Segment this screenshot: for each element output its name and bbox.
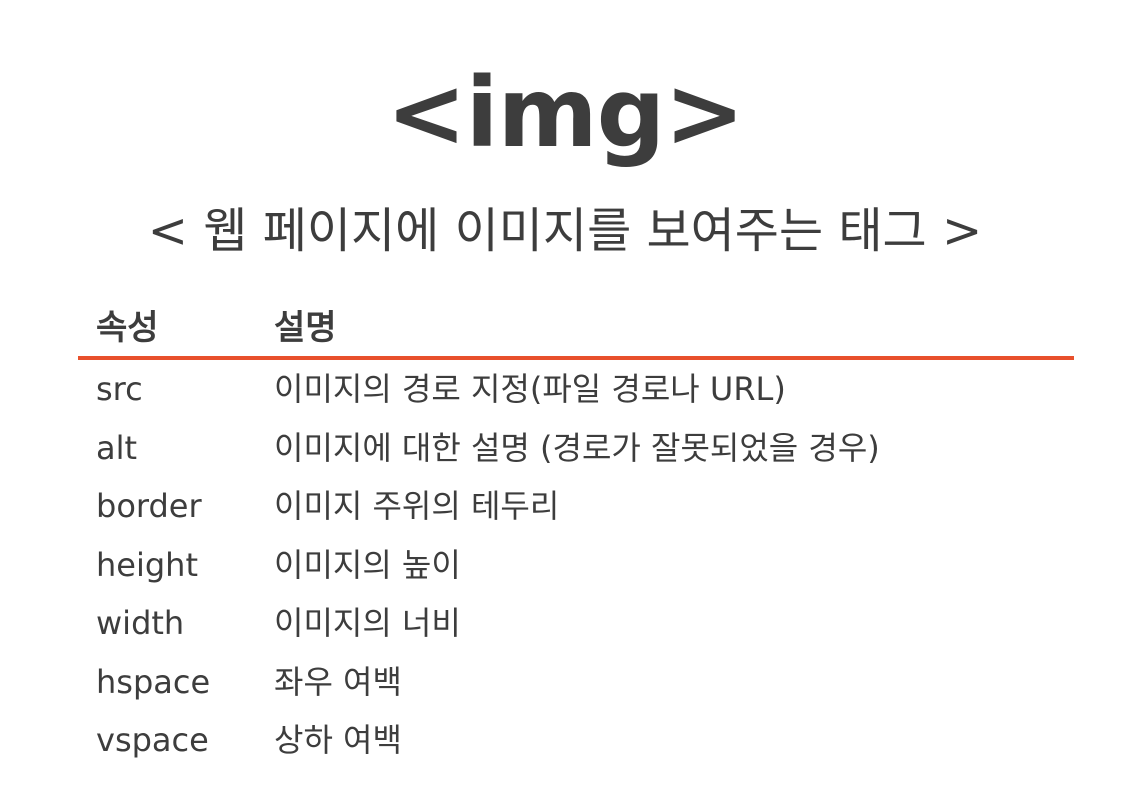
row-description: 상하 여백 [274,721,402,759]
row-description: 좌우 여백 [274,662,402,701]
row-description: 이미지의 경로 지정(파일 경로나 URL) [274,370,786,408]
table-row: vspace 상하 여백 [78,711,1074,770]
row-attribute: alt [96,428,138,467]
page-subtitle: < 웹 페이지에 이미지를 보여주는 태그 > [147,203,983,259]
table-row: src 이미지의 경로 지정(파일 경로나 URL) [78,360,1074,419]
table-header: 속성 설명 [78,300,1074,360]
header-attribute: 속성 [96,308,159,348]
row-description: 이미지의 너비 [274,604,461,642]
table-row: width 이미지의 너비 [78,594,1074,653]
header-description: 설명 [274,308,337,348]
attribute-table: 속성 설명 src 이미지의 경로 지정(파일 경로나 URL) alt 이미지… [78,300,1074,770]
row-attribute: border [96,487,202,525]
table-row: height 이미지의 높이 [78,536,1074,595]
table-row: hspace 좌우 여백 [78,653,1074,712]
table-row: border 이미지 주위의 테두리 [78,477,1074,536]
row-attribute: vspace [96,721,209,759]
row-attribute: hspace [96,662,211,701]
row-attribute: height [96,545,198,584]
row-description: 이미지에 대한 설명 (경로가 잘못되었을 경우) [274,428,880,467]
table-row: alt 이미지에 대한 설명 (경로가 잘못되었을 경우) [78,419,1074,478]
slide: <img> < 웹 페이지에 이미지를 보여주는 태그 > 속성 설명 src … [0,0,1130,790]
row-description: 이미지의 높이 [274,545,461,584]
row-description: 이미지 주위의 테두리 [274,487,560,525]
page-title: <img> [386,57,745,169]
row-attribute: src [96,370,143,408]
row-attribute: width [96,604,185,642]
